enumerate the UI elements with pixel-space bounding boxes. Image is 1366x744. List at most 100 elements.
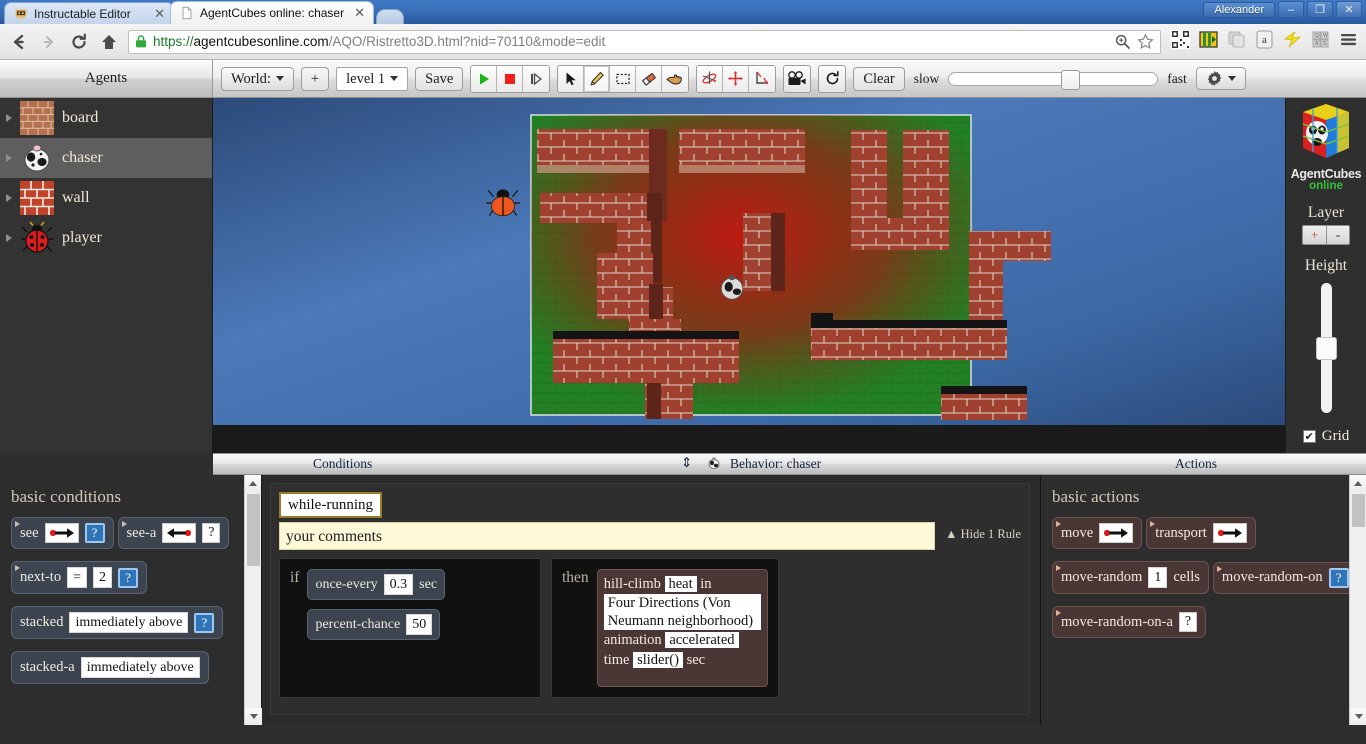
action-transport[interactable]: transport: [1146, 517, 1256, 549]
method-name-tag[interactable]: while-running: [279, 492, 382, 518]
lightning-icon[interactable]: [1283, 30, 1302, 54]
condition-stacked-a[interactable]: stacked-a immediately above: [11, 651, 209, 684]
next-to-operator[interactable]: =: [67, 567, 87, 588]
browser-tab-agentcubes[interactable]: AgentCubes online: chaser ✕: [170, 1, 374, 24]
layer-plus-button[interactable]: +: [1302, 225, 1326, 245]
eraser-tool[interactable]: [636, 65, 663, 92]
rotate-3d-tool[interactable]: [697, 65, 724, 92]
action-move-random-on-a[interactable]: move-random-on-a ?: [1052, 606, 1206, 638]
close-icon[interactable]: ✕: [150, 6, 165, 22]
bookmark-star-icon[interactable]: [1137, 33, 1154, 50]
expand-triangle-icon[interactable]: [1056, 565, 1061, 571]
hill-climb-neighborhood[interactable]: Four Directions (Von Neumann neighborhoo…: [603, 594, 761, 630]
pencil-tool[interactable]: [584, 65, 611, 92]
arrow-right-from-dot-icon[interactable]: [1212, 523, 1247, 543]
conditions-scrollbar[interactable]: [244, 475, 262, 725]
stacked-position[interactable]: immediately above: [69, 612, 189, 633]
camera-view-button[interactable]: [783, 64, 812, 93]
pan-move-tool[interactable]: [723, 65, 750, 92]
settings-button[interactable]: [1195, 67, 1246, 90]
percent-chance-value[interactable]: 50: [406, 614, 433, 635]
condition-see-a[interactable]: see-a ?: [117, 517, 230, 549]
level-select[interactable]: level 1: [336, 66, 409, 91]
world-canvas[interactable]: [213, 98, 1285, 453]
menu-hamburger-icon[interactable]: [1339, 30, 1358, 54]
forward-arrow-icon[interactable]: [38, 31, 60, 53]
reload-icon[interactable]: [68, 31, 90, 53]
amazon-icon[interactable]: a: [1255, 30, 1274, 54]
expand-triangle-icon[interactable]: [1056, 610, 1061, 616]
action-move[interactable]: move: [1052, 517, 1143, 549]
scroll-up-arrow[interactable]: [245, 475, 261, 492]
rule-condition-percent-chance[interactable]: percent-chance 50: [307, 609, 441, 640]
zoom-icon[interactable]: [1114, 33, 1131, 50]
clear-button[interactable]: Clear: [853, 66, 905, 91]
agent-item-board[interactable]: board: [0, 98, 212, 138]
grid-checkbox[interactable]: ✔: [1302, 430, 1316, 443]
close-icon[interactable]: ✕: [350, 5, 365, 21]
expand-triangle-icon[interactable]: [6, 154, 12, 162]
expand-triangle-icon[interactable]: [121, 521, 127, 527]
expand-triangle-icon[interactable]: [6, 194, 12, 202]
agent-item-wall[interactable]: wall: [0, 178, 212, 218]
rule-action-hill-climb[interactable]: hill-climb heat in Four Directions (Von …: [596, 569, 768, 687]
height-slider-thumb[interactable]: [1316, 337, 1337, 360]
expand-triangle-icon[interactable]: [15, 565, 20, 571]
next-to-count[interactable]: 2: [92, 567, 112, 588]
stacked-a-position[interactable]: immediately above: [80, 657, 200, 678]
expand-triangle-icon[interactable]: [1216, 565, 1222, 572]
vertical-resize-icon[interactable]: ⇕: [681, 455, 692, 471]
move-random-count[interactable]: 1: [1148, 567, 1168, 588]
back-arrow-icon[interactable]: [8, 31, 30, 53]
add-level-button[interactable]: +: [300, 66, 330, 91]
condition-see[interactable]: see ?: [11, 517, 114, 549]
animation-value[interactable]: accelerated: [665, 632, 739, 648]
rule-condition-once-every[interactable]: once-every 0.3 sec: [307, 569, 446, 600]
arrow-right-from-dot-icon[interactable]: [1099, 523, 1134, 543]
layer-minus-button[interactable]: -: [1326, 225, 1350, 245]
hill-climb-attribute[interactable]: heat: [664, 576, 697, 592]
marquee-select-tool[interactable]: [610, 65, 637, 92]
action-move-random-on[interactable]: move-random-on ?: [1212, 561, 1358, 594]
address-bar[interactable]: https://agentcubesonline.com/AQO/Ristret…: [128, 29, 1161, 54]
maximize-restore-button[interactable]: ❐: [1307, 1, 1333, 18]
user-account-button[interactable]: Alexander: [1203, 1, 1275, 18]
scroll-thumb[interactable]: [1352, 494, 1365, 527]
hide-rule-toggle[interactable]: ▲ Hide 1 Rule: [945, 522, 1021, 542]
home-icon[interactable]: [98, 31, 120, 53]
step-forward-button[interactable]: [523, 65, 550, 92]
height-slider[interactable]: [1316, 283, 1337, 413]
scroll-up-arrow[interactable]: [1350, 475, 1366, 492]
close-window-button[interactable]: ✕: [1336, 1, 1362, 18]
once-every-value[interactable]: 0.3: [383, 574, 414, 595]
question-plain-icon[interactable]: ?: [1178, 612, 1197, 632]
expand-triangle-icon[interactable]: [6, 234, 12, 242]
keyboard-icon[interactable]: QWAS: [1311, 30, 1330, 54]
minimize-button[interactable]: –: [1278, 1, 1304, 18]
question-blue-icon[interactable]: ?: [194, 612, 215, 633]
question-blue-icon[interactable]: ?: [117, 567, 138, 588]
browser-tab-instructable[interactable]: Instructable Editor ✕: [4, 2, 174, 24]
play-button[interactable]: [471, 65, 498, 92]
axis-origin-tool[interactable]: [749, 65, 776, 92]
action-move-random[interactable]: move-random 1 cells: [1052, 561, 1209, 594]
expand-triangle-icon[interactable]: [6, 114, 12, 122]
world-3d-view[interactable]: [213, 98, 1285, 453]
scroll-thumb[interactable]: [247, 494, 260, 566]
grid-toggle[interactable]: ✔ Grid: [1302, 428, 1349, 445]
question-blue-icon[interactable]: ?: [84, 523, 105, 543]
world-menu-button[interactable]: World:: [221, 66, 294, 91]
select-tool[interactable]: [558, 65, 585, 92]
agent-item-player[interactable]: player: [0, 218, 212, 258]
qr-code-icon[interactable]: [1171, 29, 1190, 54]
time-value[interactable]: slider(): [633, 652, 683, 668]
arrow-right-from-dot-icon[interactable]: [44, 523, 79, 543]
scroll-down-arrow[interactable]: [245, 708, 262, 725]
new-tab-button[interactable]: [376, 9, 404, 24]
condition-stacked[interactable]: stacked immediately above ?: [11, 606, 224, 639]
bars-extension-icon[interactable]: [1199, 30, 1218, 54]
scroll-down-arrow[interactable]: [1350, 708, 1366, 725]
speed-slider-thumb[interactable]: [1061, 69, 1081, 90]
speed-slider[interactable]: [948, 69, 1159, 90]
arrow-left-to-dot-icon[interactable]: [162, 523, 197, 543]
